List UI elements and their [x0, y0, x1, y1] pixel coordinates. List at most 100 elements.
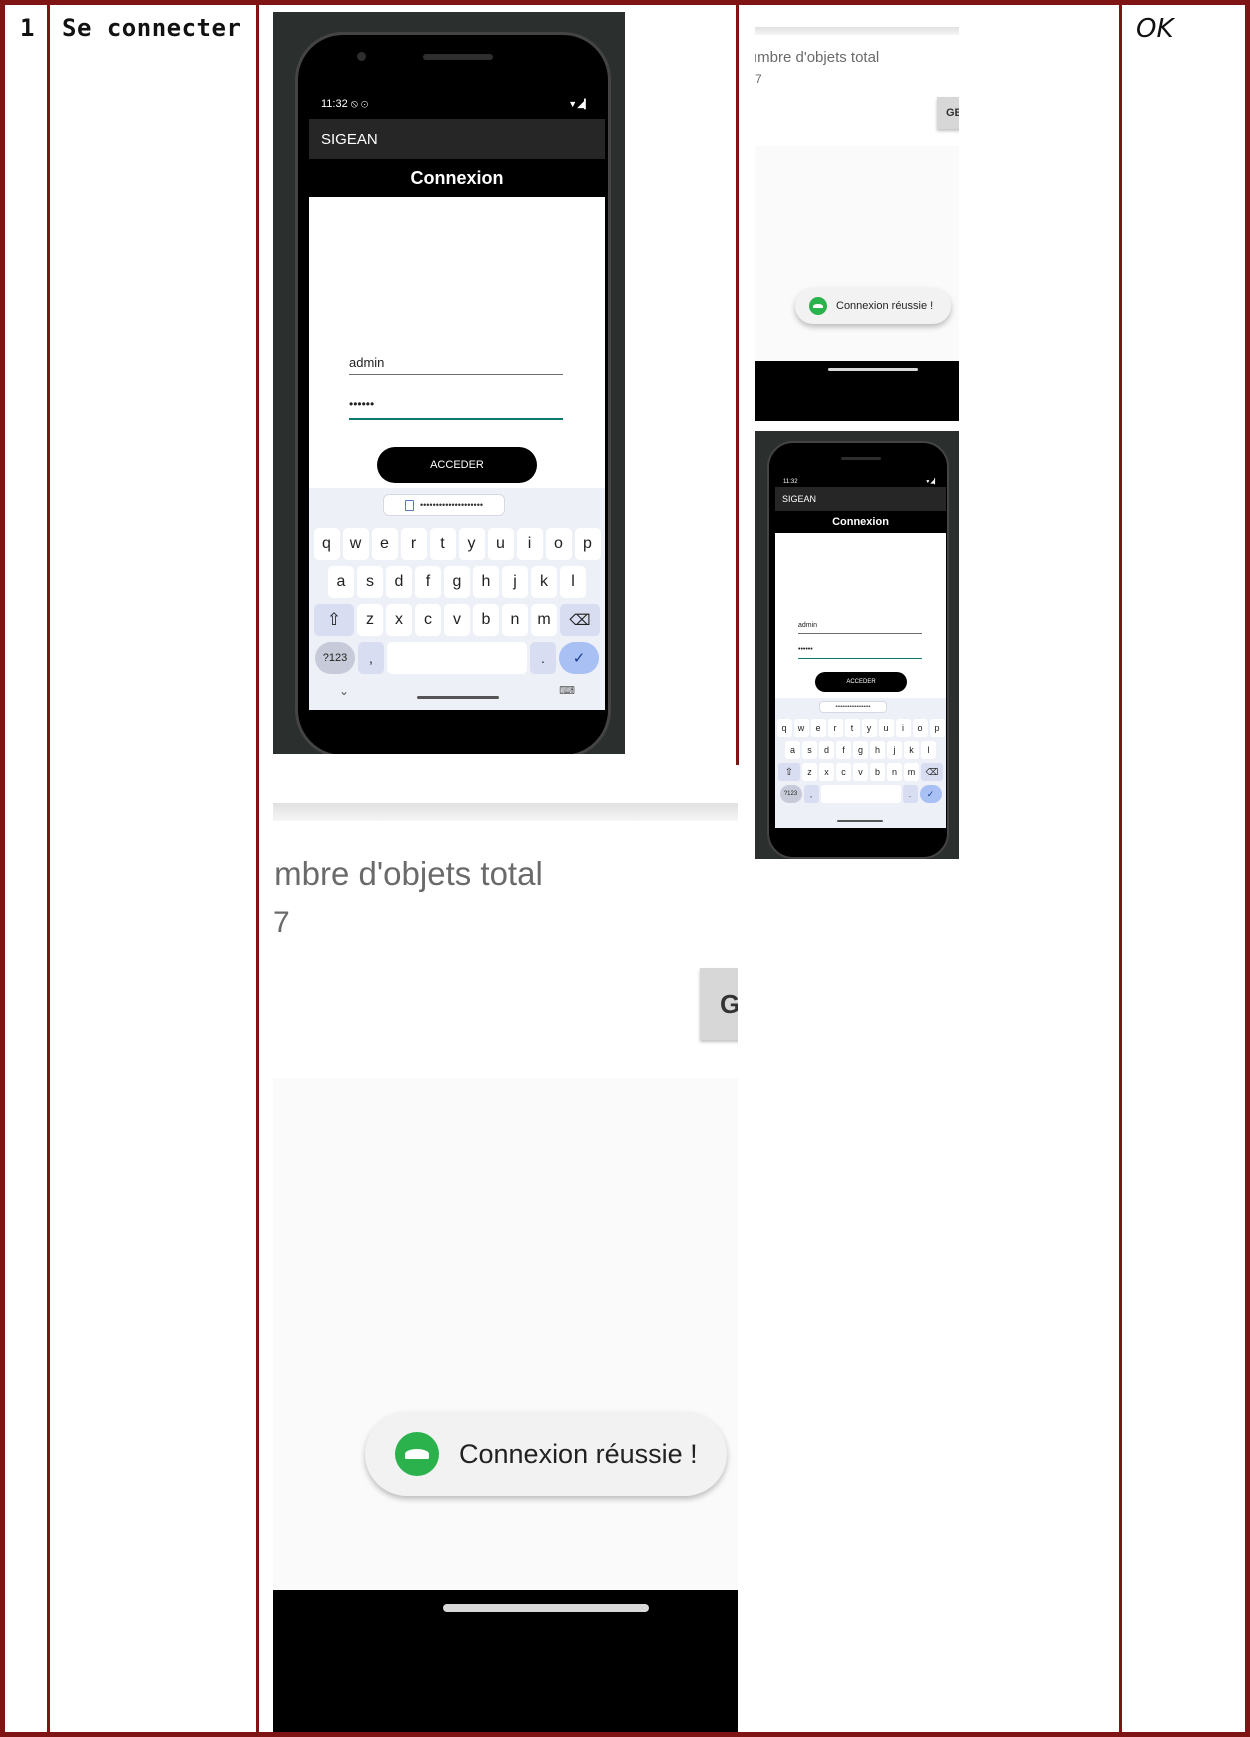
shift-key[interactable]: ⇧ — [314, 604, 354, 636]
key-v-small[interactable]: v — [853, 763, 868, 781]
key-f[interactable]: f — [415, 566, 441, 598]
keyboard-row-4-small: ?123 , . ✓ — [775, 785, 946, 803]
key-x-small[interactable]: x — [819, 763, 834, 781]
result-screen-small: ımbre d'objets total 7 GE Connexion réus… — [755, 14, 959, 421]
password-suggestion-small[interactable]: •••••••••••••••••••• — [819, 701, 887, 713]
test-case-title: Se connecter — [62, 14, 242, 42]
key-l-small[interactable]: l — [921, 741, 936, 759]
key-x[interactable]: x — [386, 604, 412, 636]
key-n-small[interactable]: n — [887, 763, 902, 781]
col-divider-3 — [736, 0, 739, 765]
key-a-small[interactable]: a — [785, 741, 800, 759]
key-e[interactable]: e — [371, 528, 398, 560]
login-button[interactable]: ACCEDER — [377, 447, 537, 483]
symbols-key-small[interactable]: ?123 — [779, 785, 802, 803]
status-bar-small: 11:32 ▼◢▎ — [775, 476, 946, 487]
gesture-nav-indicator — [417, 696, 499, 699]
comma-key-small[interactable]: , — [803, 785, 819, 803]
key-h-small[interactable]: h — [870, 741, 885, 759]
backspace-key-small[interactable]: ⌫ — [921, 763, 943, 781]
table-border-top — [0, 0, 1250, 5]
shift-key-small[interactable]: ⇧ — [778, 763, 800, 781]
key-g[interactable]: g — [444, 566, 470, 598]
key-j-small[interactable]: j — [887, 741, 902, 759]
key-p[interactable]: p — [574, 528, 601, 560]
key-j[interactable]: j — [502, 566, 528, 598]
key-i-small[interactable]: i — [895, 719, 911, 737]
key-r-small[interactable]: r — [827, 719, 843, 737]
key-m[interactable]: m — [531, 604, 557, 636]
key-u[interactable]: u — [487, 528, 514, 560]
enter-key-small[interactable]: ✓ — [919, 785, 942, 803]
keyboard-switch-icon[interactable]: ⌨ — [559, 684, 575, 697]
backspace-key[interactable]: ⌫ — [560, 604, 600, 636]
manage-button-partial-small[interactable]: GE — [937, 97, 959, 129]
key-o-small[interactable]: o — [912, 719, 928, 737]
key-f-small[interactable]: f — [836, 741, 851, 759]
key-s[interactable]: s — [357, 566, 383, 598]
status-bar: 11:32 ⦸ ⊙ ▼◢▎ — [309, 90, 605, 119]
key-q-small[interactable]: q — [776, 719, 792, 737]
key-i[interactable]: i — [516, 528, 543, 560]
row-number: 1 — [20, 14, 35, 42]
key-d-small[interactable]: d — [819, 741, 834, 759]
key-p-small[interactable]: p — [929, 719, 945, 737]
key-c-small[interactable]: c — [836, 763, 851, 781]
key-q[interactable]: q — [313, 528, 340, 560]
key-z-small[interactable]: z — [802, 763, 817, 781]
key-t[interactable]: t — [429, 528, 456, 560]
key-h[interactable]: h — [473, 566, 499, 598]
keyboard-row-2-small: a s d f g h j k l — [775, 741, 946, 759]
space-key[interactable] — [387, 642, 527, 674]
key-d[interactable]: d — [386, 566, 412, 598]
space-key-small[interactable] — [820, 785, 901, 803]
key-n[interactable]: n — [502, 604, 528, 636]
key-r[interactable]: r — [400, 528, 427, 560]
table-border-right — [1245, 0, 1250, 1737]
key-g-small[interactable]: g — [853, 741, 868, 759]
symbols-key[interactable]: ?123 — [315, 642, 355, 674]
key-t-small[interactable]: t — [844, 719, 860, 737]
key-k-small[interactable]: k — [904, 741, 919, 759]
keyboard-row-3-small: ⇧ z x c v b n m ⌫ — [775, 763, 946, 781]
key-z[interactable]: z — [357, 604, 383, 636]
period-key-small[interactable]: . — [902, 785, 918, 803]
key-c[interactable]: c — [415, 604, 441, 636]
key-s-small[interactable]: s — [802, 741, 817, 759]
emulator-login-small: 11:32 ▼◢▎ SIGEAN Connexion admin •••••• … — [755, 431, 959, 859]
key-w-small[interactable]: w — [793, 719, 809, 737]
hide-keyboard-icon[interactable]: ⌄ — [339, 684, 349, 698]
password-field-small[interactable]: •••••• — [798, 646, 922, 659]
key-l[interactable]: l — [560, 566, 586, 598]
app-bar: SIGEAN — [309, 119, 605, 159]
key-b[interactable]: b — [473, 604, 499, 636]
password-suggestion[interactable]: •••••••••••••••••••• — [383, 494, 505, 516]
key-m-small[interactable]: m — [904, 763, 919, 781]
username-field-small[interactable]: admin — [798, 622, 922, 634]
key-b-small[interactable]: b — [870, 763, 885, 781]
key-w[interactable]: w — [342, 528, 369, 560]
key-u-small[interactable]: u — [878, 719, 894, 737]
manage-button-partial[interactable]: G — [700, 968, 738, 1040]
suggestion-text-small: •••••••••••••••••••• — [835, 704, 871, 710]
key-y-small[interactable]: y — [861, 719, 877, 737]
total-objects-count: 7 — [273, 906, 290, 939]
soft-keyboard-small: •••••••••••••••••••• q w e r t y u i o p… — [775, 698, 946, 828]
enter-key[interactable]: ✓ — [559, 642, 599, 674]
password-field[interactable]: •••••• — [349, 397, 563, 420]
username-field[interactable]: admin — [349, 355, 563, 375]
key-y[interactable]: y — [458, 528, 485, 560]
key-k[interactable]: k — [531, 566, 557, 598]
key-o[interactable]: o — [545, 528, 572, 560]
comma-key[interactable]: , — [358, 642, 384, 674]
login-button-small[interactable]: ACCEDER — [815, 672, 907, 692]
key-v[interactable]: v — [444, 604, 470, 636]
key-e-small[interactable]: e — [810, 719, 826, 737]
app-name-small: SIGEAN — [782, 494, 817, 504]
key-a[interactable]: a — [328, 566, 354, 598]
result-top-divider-small — [755, 27, 959, 35]
phone-screen-small: 11:32 ▼◢▎ SIGEAN Connexion admin •••••• … — [775, 476, 946, 828]
phone-screen: 11:32 ⦸ ⊙ ▼◢▎ SIGEAN Connexion admin •••… — [309, 90, 605, 710]
period-key[interactable]: . — [530, 642, 556, 674]
toast-message-small: Connexion réussie ! — [836, 300, 934, 312]
